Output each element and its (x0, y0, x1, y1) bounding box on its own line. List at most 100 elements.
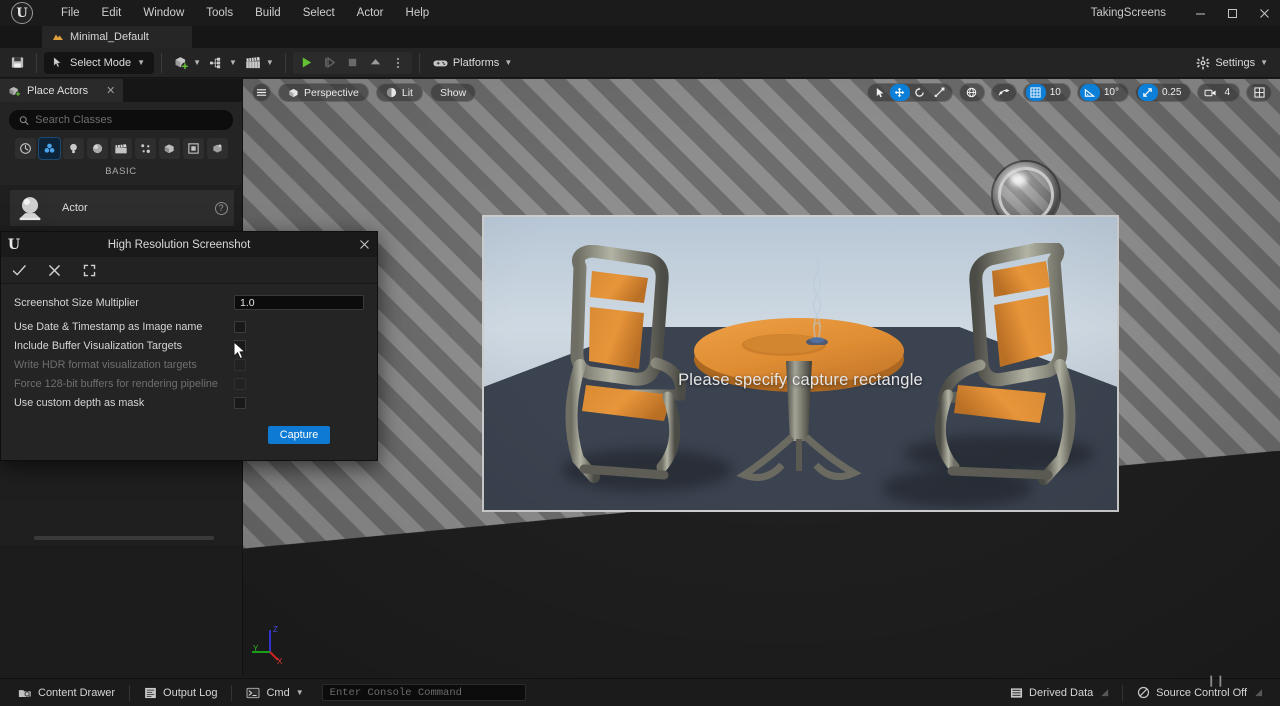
play-icon (302, 57, 311, 68)
search-icon (19, 115, 29, 125)
perspective-button[interactable]: Perspective (278, 83, 369, 102)
platforms-button[interactable]: Platforms ▼ (427, 52, 518, 74)
resize-grip-icon: ◢ (1255, 687, 1262, 697)
stop-button[interactable] (341, 52, 364, 74)
main-toolbar: Select Mode ▼ ▼ ▼ ▼ Platforms ▼ Settings… (0, 48, 1280, 78)
category-basic[interactable] (37, 137, 61, 160)
viewport-options-button[interactable] (252, 83, 271, 102)
rotate-tool-icon[interactable] (910, 84, 930, 101)
surface-snapping-icon[interactable] (994, 84, 1014, 101)
menu-item-build[interactable]: Build (244, 3, 292, 24)
capture-button[interactable]: Capture (268, 426, 330, 444)
source-control-button[interactable]: ❙❙ Source Control Off ◢ (1127, 675, 1272, 703)
use-date-timestamp-checkbox[interactable] (234, 320, 246, 333)
close-icon[interactable]: ✕ (106, 84, 115, 97)
dialog-title-bar[interactable]: U High Resolution Screenshot (1, 232, 377, 257)
category-volumes[interactable] (182, 138, 204, 159)
content-drawer-button[interactable]: Content Drawer (8, 683, 125, 703)
clear-capture-region-icon[interactable] (45, 261, 64, 280)
level-viewport[interactable]: Please specify capture rectangle Perspec… (243, 79, 1280, 677)
output-log-button[interactable]: Output Log (134, 683, 227, 703)
set-capture-region-icon[interactable] (10, 261, 29, 280)
custom-depth-mask-checkbox[interactable] (234, 396, 246, 409)
translate-tool-icon[interactable] (889, 84, 910, 101)
cmd-label: Cmd (266, 686, 290, 699)
menu-item-file[interactable]: File (50, 3, 91, 24)
maximize-icon[interactable] (1216, 0, 1248, 26)
grid-snap-icon[interactable] (1025, 84, 1046, 101)
screenshot-size-multiplier-input[interactable] (234, 295, 364, 310)
search-input[interactable] (35, 114, 223, 126)
scale-snap-value[interactable]: 0.25 (1158, 84, 1188, 101)
grid-snap-value[interactable]: 10 (1046, 84, 1068, 101)
play-button[interactable] (295, 52, 318, 74)
skip-button[interactable] (318, 52, 341, 74)
derived-data-button[interactable]: Derived Data ◢ (1000, 683, 1118, 703)
category-geometry[interactable] (158, 138, 180, 159)
tab-place-actors[interactable]: Place Actors ✕ (0, 79, 124, 102)
show-button[interactable]: Show (429, 83, 477, 102)
select-mode-button[interactable]: Select Mode ▼ (44, 51, 155, 74)
capture-full-viewport-icon[interactable] (80, 261, 99, 280)
option-label: Screenshot Size Multiplier (14, 296, 139, 309)
eject-button[interactable] (364, 52, 387, 74)
category-cinematic[interactable] (110, 138, 132, 159)
settings-button[interactable]: Settings ▼ (1190, 52, 1274, 74)
scale-tool-icon[interactable] (930, 84, 950, 101)
menu-item-help[interactable]: Help (395, 3, 441, 24)
menu-item-select[interactable]: Select (292, 3, 346, 24)
viewport-layout-icon[interactable] (1249, 84, 1269, 101)
angle-snap-icon[interactable] (1079, 84, 1100, 101)
category-shapes[interactable] (86, 138, 108, 159)
minimize-icon[interactable] (1184, 0, 1216, 26)
list-item[interactable]: Actor ? (10, 189, 234, 227)
save-button[interactable] (6, 52, 29, 74)
console-command-input[interactable] (321, 684, 526, 701)
capture-rectangle[interactable]: Please specify capture rectangle (482, 215, 1119, 512)
close-icon[interactable] (1248, 0, 1280, 26)
toolbar-divider-1 (36, 52, 37, 73)
pause-indicator-icon: ❙❙ (1206, 674, 1225, 687)
camera-speed-value[interactable]: 4 (1220, 84, 1237, 101)
scene-fire-effect (806, 258, 828, 345)
select-tool-icon[interactable] (870, 84, 890, 101)
surface-snap-group (990, 83, 1017, 102)
unreal-editor-window: U File Edit Window Tools Build Select Ac… (0, 0, 1280, 706)
tab-minimal-default[interactable]: Minimal_Default (42, 26, 192, 48)
camera-speed-icon[interactable] (1200, 84, 1220, 101)
add-actor-button[interactable]: ▼ (169, 52, 205, 74)
high-resolution-screenshot-dialog: U High Resolution Screenshot Screenshot … (0, 231, 378, 461)
category-all-classes[interactable] (206, 138, 228, 159)
menu-item-edit[interactable]: Edit (91, 3, 133, 24)
status-bar-right: Derived Data ◢ ❙❙ Source Control Off ◢ (1000, 675, 1272, 703)
dialog-close-icon[interactable] (351, 232, 377, 257)
tab-label: Minimal_Default (70, 31, 149, 43)
cmd-button[interactable]: Cmd ▼ (236, 683, 313, 703)
coordinate-group (958, 83, 985, 102)
scale-snap-icon[interactable] (1137, 84, 1158, 101)
world-coordinates-icon[interactable] (962, 84, 982, 101)
actor-help-button[interactable]: ? (208, 190, 234, 226)
option-use-date-timestamp: Use Date & Timestamp as Image name (1, 317, 377, 336)
menu-item-tools[interactable]: Tools (195, 3, 244, 24)
menu-item-window[interactable]: Window (132, 3, 195, 24)
category-lights[interactable] (62, 138, 84, 159)
angle-snap-value[interactable]: 10° (1100, 84, 1126, 101)
lit-button[interactable]: Lit (375, 83, 423, 102)
search-box[interactable] (9, 110, 233, 130)
level-icon (53, 34, 63, 40)
dialog-options: Screenshot Size Multiplier Use Date & Ti… (1, 284, 377, 412)
perspective-label: Perspective (304, 86, 359, 99)
menu-item-actor[interactable]: Actor (346, 3, 395, 24)
force-128-bit-checkbox (234, 377, 246, 390)
unreal-logo-icon[interactable]: U (0, 0, 44, 26)
select-mode-label: Select Mode (70, 56, 132, 69)
cinematics-button[interactable]: ▼ (241, 52, 278, 74)
source-control-off-icon (1138, 686, 1150, 699)
category-recently-placed[interactable] (14, 138, 36, 159)
play-options-button[interactable] (387, 52, 410, 74)
panel-scroll-strip[interactable] (0, 534, 243, 544)
category-visual-effects[interactable] (134, 138, 156, 159)
capture-overlay-text: Please specify capture rectangle (678, 371, 923, 389)
blueprints-button[interactable]: ▼ (205, 52, 241, 74)
